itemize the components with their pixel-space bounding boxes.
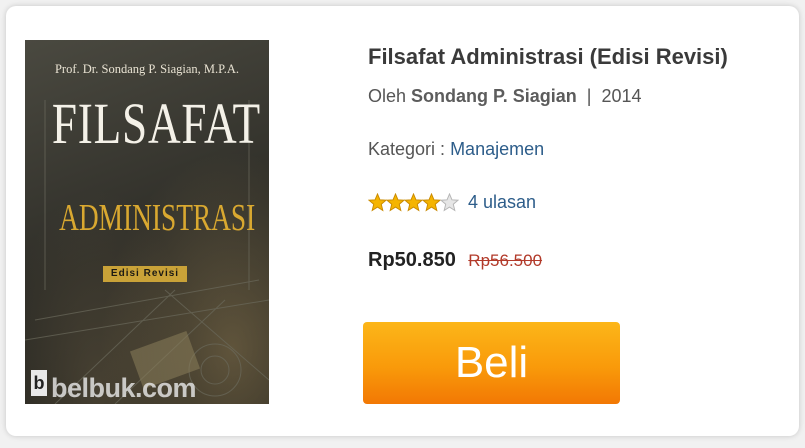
star-filled-icon: [386, 192, 405, 212]
category-link[interactable]: Manajemen: [450, 139, 544, 159]
current-price: Rp50.850: [368, 249, 456, 271]
star-filled-icon: [422, 192, 441, 212]
publisher-logo: b: [31, 370, 47, 396]
author-line: Oleh Sondang P. Siagian | 2014: [368, 86, 642, 107]
rating-row: 4 ulasan: [368, 189, 536, 215]
original-price: Rp56.500: [468, 251, 543, 270]
star-rating: [368, 192, 459, 212]
reviews-link[interactable]: 4 ulasan: [468, 192, 536, 213]
star-filled-icon: [404, 192, 423, 212]
star-empty-icon: [440, 192, 459, 212]
author-link[interactable]: Sondang P. Siagian: [411, 86, 577, 106]
cover-edition-label: Edisi Revisi: [103, 266, 187, 282]
book-title[interactable]: Filsafat Administrasi (Edisi Revisi): [368, 44, 728, 70]
star-filled-icon: [368, 192, 387, 212]
cover-author-text: Prof. Dr. Sondang P. Siagian, M.P.A.: [54, 62, 240, 76]
watermark-text: belbuk.com: [51, 373, 197, 403]
cover-title-line2: ADMINISTRASI: [59, 197, 256, 239]
category-label: Kategori :: [368, 139, 446, 159]
publish-year: 2014: [601, 86, 642, 106]
product-card: Prof. Dr. Sondang P. Siagian, M.P.A. FIL…: [6, 6, 799, 436]
cover-title-line1: FILSAFAT: [51, 91, 261, 156]
price-row: Rp50.850 Rp56.500: [368, 249, 542, 272]
separator: |: [586, 86, 592, 106]
by-label: Oleh: [368, 86, 407, 106]
category-line: Kategori : Manajemen: [368, 139, 544, 160]
buy-button[interactable]: Beli: [363, 322, 620, 404]
book-cover-image[interactable]: Prof. Dr. Sondang P. Siagian, M.P.A. FIL…: [25, 40, 269, 404]
